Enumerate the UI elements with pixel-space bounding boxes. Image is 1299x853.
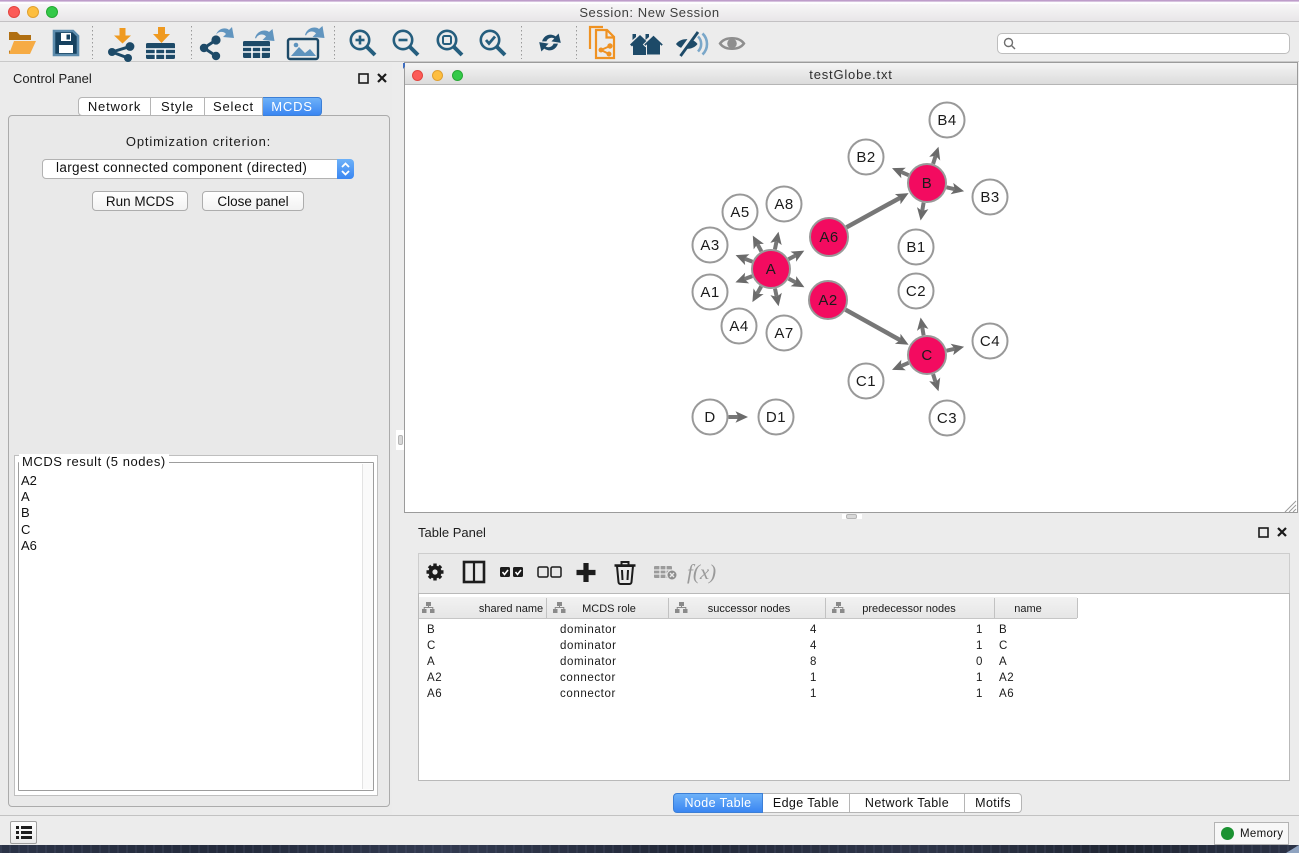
svg-text:C: C <box>921 347 932 364</box>
svg-text:predecessor nodes: predecessor nodes <box>862 603 956 615</box>
svg-text:1: 1 <box>976 624 983 636</box>
svg-text:1: 1 <box>976 688 983 700</box>
svg-text:A2: A2 <box>999 672 1014 684</box>
svg-text:A6: A6 <box>819 229 838 246</box>
svg-text:A2: A2 <box>818 292 837 309</box>
svg-text:B: B <box>922 175 933 192</box>
svg-text:A6: A6 <box>999 688 1014 700</box>
svg-text:B: B <box>999 624 1007 636</box>
svg-text:f(x): f(x) <box>687 560 716 584</box>
svg-text:A: A <box>427 656 435 668</box>
svg-text:B4: B4 <box>937 112 956 129</box>
svg-text:A7: A7 <box>774 325 793 342</box>
svg-text:A4: A4 <box>729 318 748 335</box>
svg-text:C: C <box>999 640 1008 652</box>
svg-text:D1: D1 <box>766 409 786 426</box>
svg-text:B3: B3 <box>980 189 999 206</box>
svg-text:A2: A2 <box>427 672 442 684</box>
svg-text:shared name: shared name <box>479 603 543 615</box>
svg-text:1: 1 <box>810 672 817 684</box>
svg-text:C3: C3 <box>937 410 957 427</box>
svg-text:B2: B2 <box>856 149 875 166</box>
svg-text:A: A <box>766 261 777 278</box>
svg-text:C2: C2 <box>906 283 926 300</box>
svg-text:1: 1 <box>976 640 983 652</box>
svg-text:A3: A3 <box>700 237 719 254</box>
svg-text:B1: B1 <box>906 239 925 256</box>
svg-text:connector: connector <box>560 688 616 700</box>
svg-text:8: 8 <box>810 656 817 668</box>
svg-text:name: name <box>1014 603 1042 615</box>
svg-text:C1: C1 <box>856 373 876 390</box>
svg-text:B: B <box>427 624 435 636</box>
svg-text:dominator: dominator <box>560 656 617 668</box>
svg-text:successor nodes: successor nodes <box>708 603 791 615</box>
svg-text:0: 0 <box>976 656 983 668</box>
svg-text:connector: connector <box>560 672 616 684</box>
svg-text:A: A <box>999 656 1007 668</box>
svg-text:A6: A6 <box>427 688 442 700</box>
svg-text:MCDS role: MCDS role <box>582 603 636 615</box>
svg-text:D: D <box>704 409 715 426</box>
svg-text:4: 4 <box>810 640 817 652</box>
svg-text:A8: A8 <box>774 196 793 213</box>
svg-text:1: 1 <box>976 672 983 684</box>
svg-text:A5: A5 <box>730 204 749 221</box>
svg-text:1: 1 <box>810 688 817 700</box>
svg-text:C: C <box>427 640 436 652</box>
svg-text:C4: C4 <box>980 333 1000 350</box>
svg-text:dominator: dominator <box>560 624 617 636</box>
svg-text:A1: A1 <box>700 284 719 301</box>
svg-text:4: 4 <box>810 624 817 636</box>
svg-text:dominator: dominator <box>560 640 617 652</box>
